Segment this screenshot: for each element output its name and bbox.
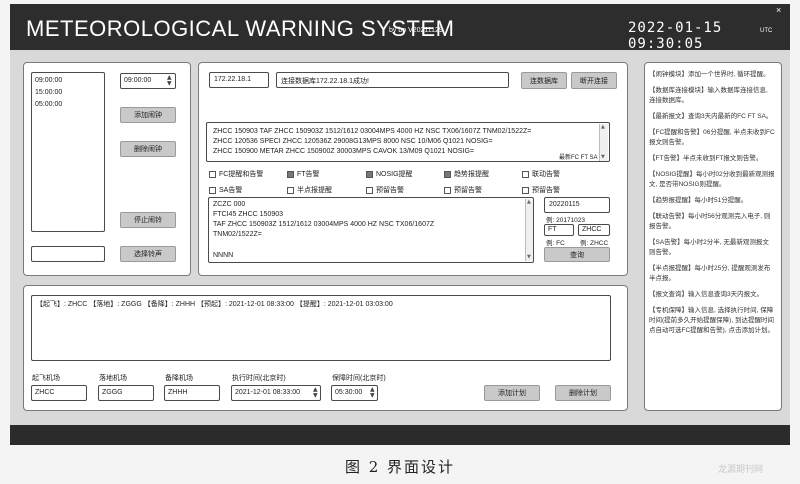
checkbox-icon[interactable]: [444, 186, 451, 194]
alt-airport-input[interactable]: ZHHH: [164, 385, 220, 401]
alarm-time-item[interactable]: 15:00:00: [35, 87, 101, 99]
exec-time-label: 执行时间(北京时): [232, 375, 286, 382]
station-example-label: 例: ZHCC: [580, 240, 609, 247]
report-line: ZHCC 150903 TAF ZHCC 150903Z 1512/1612 0…: [213, 128, 532, 135]
latest-reports-box: ZHCC 150903 TAF ZHCC 150903Z 1512/1612 0…: [206, 122, 610, 162]
scrollbar[interactable]: ▲ ▼: [525, 199, 533, 261]
ft-alert-checkbox[interactable]: FT告警: [287, 169, 320, 179]
checkbox-icon[interactable]: [209, 186, 216, 194]
hold-time-picker[interactable]: 05:30:00 ▲ ▼: [331, 385, 378, 401]
reserved-alert-checkbox[interactable]: 预留告警: [444, 185, 482, 195]
date-example-label: 例: 20171023: [546, 217, 586, 224]
fc-alert-checkbox[interactable]: FC提醒和告警: [209, 169, 263, 179]
choose-sound-button[interactable]: 选择铃声: [120, 246, 176, 262]
clock-suffix: UTC: [760, 28, 773, 34]
scroll-up-icon[interactable]: ▲: [527, 199, 531, 205]
help-note: 【半点报提醒】每小时25分, 提醒观测发布半点报。: [649, 265, 771, 282]
latest-report-tag: 最新FC FT SA: [559, 155, 598, 161]
clock: 2022-01-15 09:30:05: [628, 20, 723, 52]
help-note: 【趋势报提醒】每小时51分提醒。: [649, 197, 748, 204]
help-note: 【专机保障】输入信息, 选择执行时间, 保障时间(提前多久开始提醒保障), 到达…: [649, 307, 774, 334]
exec-time-picker[interactable]: 2021-12-01 08:33:00 ▲ ▼: [231, 385, 321, 401]
checkbox-icon[interactable]: [522, 170, 529, 178]
scroll-up-icon[interactable]: ▲: [601, 124, 605, 130]
spin-arrows-icon[interactable]: ▲ ▼: [370, 387, 375, 399]
trend-reminder-checkbox[interactable]: 趋势报提醒: [444, 169, 489, 179]
delete-plan-button[interactable]: 删除计划: [555, 385, 611, 401]
help-note: 【FT告警】半点未收到FT报文则告警。: [649, 155, 763, 162]
add-plan-button[interactable]: 添加计划: [484, 385, 540, 401]
ip-input[interactable]: 172.22.18.1: [209, 72, 269, 88]
plan-output-line: 【起飞】: ZHCC 【落地】: ZGGG 【备降】: ZHHH 【预起】: 2…: [36, 301, 393, 308]
query-date-input[interactable]: 20220115: [544, 197, 610, 213]
alarm-time-value: 09:00:00: [124, 77, 152, 84]
alarm-time-item[interactable]: 05:00:00: [35, 99, 101, 111]
dep-airport-input[interactable]: ZHCC: [31, 385, 87, 401]
half-hour-reminder-checkbox[interactable]: 半点报提醒: [287, 185, 332, 195]
alarm-sound-path-input[interactable]: [31, 246, 105, 262]
status-bar: [10, 425, 790, 445]
help-note: 【SA告警】每小时2分半, 无最新观测报文则告警。: [649, 239, 769, 256]
checkbox-checked-icon[interactable]: [366, 170, 373, 178]
query-type-input[interactable]: FT: [544, 224, 574, 236]
alt-airport-label: 备降机场: [165, 375, 193, 382]
checkbox-icon[interactable]: [287, 186, 294, 194]
nosig-reminder-checkbox[interactable]: NOSIG提醒: [366, 169, 413, 179]
alarm-time-item[interactable]: 09:00:00: [35, 75, 101, 87]
reserved-alert-checkbox[interactable]: 预留告警: [522, 185, 560, 195]
hold-time-label: 保障时间(北京时): [332, 375, 386, 382]
linkage-alert-checkbox[interactable]: 联动告警: [522, 169, 560, 179]
reserved-alert-checkbox[interactable]: 预留告警: [366, 185, 404, 195]
type-example-label: 例: FC: [546, 240, 565, 247]
close-icon[interactable]: ×: [776, 5, 781, 15]
arr-airport-label: 落地机场: [99, 375, 127, 382]
help-note: 【联动告警】每小时56分观测完入电子, 则报告警。: [649, 213, 771, 230]
watermark: 龙源期刊网: [718, 465, 764, 475]
stop-alarm-button[interactable]: 停止闹铃: [120, 212, 176, 228]
sa-alert-checkbox[interactable]: SA告警: [209, 185, 242, 195]
checkbox-icon[interactable]: [366, 186, 373, 194]
spin-arrows-icon[interactable]: ▲ ▼: [167, 75, 172, 87]
arr-airport-input[interactable]: ZGGG: [98, 385, 154, 401]
dep-airport-label: 起飞机场: [32, 375, 60, 382]
help-note: 【报文查询】输入信息查询3天内报文。: [649, 291, 764, 298]
scroll-down-icon[interactable]: ▼: [601, 154, 605, 160]
query-station-input[interactable]: ZHCC: [578, 224, 610, 236]
help-note: 【最新报文】查询3天内最新的FC FT SA。: [649, 113, 773, 120]
alarm-time-list[interactable]: 09:00:00 15:00:00 05:00:00: [31, 72, 105, 232]
checkbox-icon[interactable]: [522, 186, 529, 194]
connection-status-field: 连接数据库172.22.18.1成功!: [276, 72, 509, 88]
query-button[interactable]: 查询: [544, 247, 610, 262]
help-note: 【FC提醒和告警】06分提醒, 半点未收到FC报文则告警。: [649, 129, 775, 146]
message-textarea[interactable]: ZCZC 000 FTCI45 ZHCC 150903 TAF ZHCC 150…: [208, 197, 534, 263]
help-notes: 【闹钟模块】添加一个世界时, 循环提醒。 【数据库连接模块】输入数据库连接信息,…: [649, 70, 775, 342]
checkbox-checked-icon[interactable]: [287, 170, 294, 178]
add-alarm-button[interactable]: 添加闹钟: [120, 107, 176, 123]
spin-arrows-icon[interactable]: ▲ ▼: [313, 387, 318, 399]
scrollbar[interactable]: ▲ ▼: [599, 124, 608, 161]
checkbox-icon[interactable]: [209, 170, 216, 178]
checkbox-checked-icon[interactable]: [444, 170, 451, 178]
disconnect-button[interactable]: 断开连接: [571, 72, 617, 89]
plan-output-box: 【起飞】: ZHCC 【落地】: ZGGG 【备降】: ZHHH 【预起】: 2…: [31, 295, 611, 361]
help-note: 【数据库连接模块】输入数据库连接信息, 连接数据库。: [649, 87, 768, 104]
report-line: ZHCC 120536 SPECI ZHCC 120536Z 29008G13M…: [213, 138, 493, 145]
help-note: 【闹钟模块】添加一个世界时, 循环提醒。: [649, 71, 770, 78]
alarm-time-picker[interactable]: 09:00:00 ▲ ▼: [120, 73, 176, 89]
version-label: by bo V20211129: [389, 27, 443, 34]
report-line: ZHCC 150900 METAR ZHCC 150900Z 30003MPS …: [213, 148, 474, 155]
help-note: 【NOSIG提醒】每小时02分收到最新观测报文, 是否带NOSIG则提醒。: [649, 171, 775, 188]
figure-caption: 图 2 界面设计: [344, 458, 456, 476]
connect-database-button[interactable]: 连数据库: [521, 72, 567, 89]
scroll-down-icon[interactable]: ▼: [527, 254, 531, 260]
delete-alarm-button[interactable]: 删除闹钟: [120, 141, 176, 157]
